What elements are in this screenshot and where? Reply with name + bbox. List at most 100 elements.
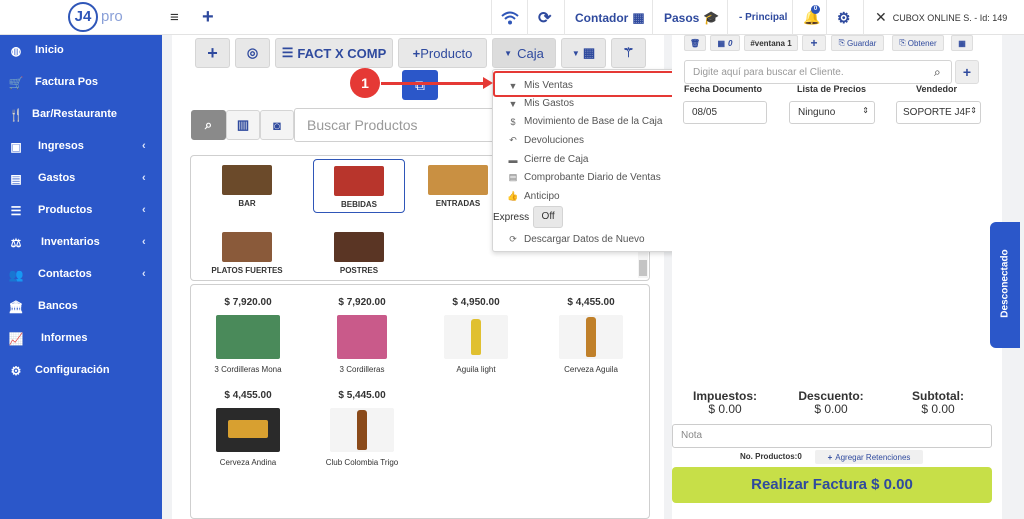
fecha-field[interactable]: 08/05 [683,101,767,124]
search-icon[interactable]: ⌕ [934,65,941,80]
sidebar-item-bancos[interactable]: 🏛 Bancos [0,291,162,323]
dashboard-icon: ◍ [10,44,22,58]
sidebar-item-configuracion[interactable]: ⚙ Configuración [0,355,162,387]
express-toggle[interactable]: Off [533,206,564,228]
scale-reader-icon[interactable]: ◙ [260,110,294,140]
select-arrows-icon: ⇕ [862,106,869,115]
menu-item-movimiento-base[interactable]: $ Movimiento de Base de la Caja [493,113,683,130]
grid-view-button[interactable]: ▼ ▦ [561,38,606,68]
fecha-label: Fecha Documento [684,84,763,94]
menu-toggle-icon[interactable]: ≡ [170,0,179,35]
subtotal-value: $ 0.00 [921,402,955,416]
menu-item-descargar-datos[interactable]: ⟳ Descargar Datos de Nuevo [493,231,683,248]
sidebar-item-informes[interactable]: 📈 Informes [0,323,162,355]
sidebar-item-contactos[interactable]: 👥 Contactos ‹ [0,259,162,291]
app-logo[interactable]: J4 pro [68,2,158,34]
guardar-button[interactable]: ⎘ Guardar [831,35,884,51]
category-platos-fuertes[interactable]: PLATOS FUERTES [201,226,293,280]
category-label: PLATOS FUERTES [211,266,283,275]
trash-icon[interactable]: 🗑 [684,35,706,51]
sidebar-item-inicio[interactable]: ◍ Inicio [0,35,162,67]
lista-value: Ninguno [798,107,836,118]
shopping-bag-icon: ▤ [10,172,22,186]
category-label: BEBIDAS [340,200,377,209]
menu-item-label: Comprobante Diario de Ventas [524,172,661,183]
obtener-button[interactable]: ⎘ Obtener [892,35,944,51]
product-image [337,315,387,359]
category-image [222,165,272,195]
caja-label: Caja [517,45,544,61]
category-bar[interactable]: BAR [201,159,293,213]
product-card[interactable]: $ 7,920.00 3 Cordilleras Mona [198,297,298,381]
realizar-factura-button[interactable]: Realizar Factura $ 0.00 [672,467,992,503]
bell-icon[interactable]: 🔔 0 [803,0,820,35]
guardar-label: Guardar [847,38,877,48]
category-postres[interactable]: POSTRES [313,226,405,280]
product-card[interactable]: $ 5,445.00 Club Colombia Trigo [312,390,412,474]
calculator-icon[interactable]: ▦ [951,35,973,51]
window-tab[interactable]: #ventana 1 [744,35,798,51]
add-producto-button[interactable]: + Producto [398,38,487,68]
barcode-icon[interactable]: ▥ [226,110,260,140]
contador-button[interactable]: Contador ▦ [575,0,645,35]
company-selector[interactable]: ✕ CUBOX ONLINE S. - Id: 149 [875,0,1007,35]
sidebar-item-label: Inventarios [41,236,100,248]
add-icon[interactable]: + [202,0,214,35]
sidebar-item-inventarios[interactable]: ⚖ Inventarios ‹ [0,227,162,259]
sidebar-item-factura-pos[interactable]: 🛒 Factura Pos [0,67,162,99]
sidebar-item-ingresos[interactable]: ▣ Ingresos ‹ [0,131,162,163]
wifi-icon[interactable] [501,0,519,35]
vendedor-select[interactable]: SOPORTE J4PI ⇕ [896,101,981,124]
nota-textarea[interactable]: Nota [672,424,992,448]
lista-select[interactable]: Ninguno ⇕ [789,101,875,124]
product-name: Club Colombia Trigo [325,458,399,467]
pasos-button[interactable]: Pasos 🎓 [664,0,720,35]
menu-item-devoluciones[interactable]: ↶ Devoluciones [493,132,683,149]
scrollbar-thumb[interactable] [639,260,647,276]
sidebar-item-gastos[interactable]: ▤ Gastos ‹ [0,163,162,195]
client-search-input[interactable]: Digite aquí para buscar el Cliente. [684,60,952,84]
search-icon[interactable]: ⌕ [191,110,226,140]
settings-gears-icon[interactable]: ⚙ [837,0,850,35]
users-icon: 👥 [8,268,24,282]
principal-link[interactable]: - Principal [739,0,787,35]
add-button[interactable]: + [195,38,230,68]
sidebar-item-label: Bancos [38,300,78,312]
money-icon: ▣ [10,140,22,154]
vendedor-value: SOPORTE J4PI [903,107,975,118]
toggle-layout-icon[interactable]: ⧉ [402,70,438,100]
menu-item-anticipo[interactable]: 👍 Anticipo [493,188,683,205]
window-count[interactable]: ▦ 0 [710,35,740,51]
product-card[interactable]: $ 4,455.00 Cerveza Andina [198,390,298,474]
divider [564,0,565,35]
add-window-button[interactable]: + [802,35,826,51]
category-label: ENTRADAS [435,199,481,208]
product-search-input[interactable]: Buscar Productos [294,108,520,142]
add-client-button[interactable]: + [955,60,979,84]
product-card[interactable]: $ 4,950.00 Aguila light [426,297,526,381]
product-card[interactable]: $ 7,920.00 3 Cordilleras [312,297,412,381]
menu-item-comprobante-diario[interactable]: ▤ Comprobante Diario de Ventas [493,169,683,186]
magic-wand-icon[interactable]: ⚚ [611,38,646,68]
category-image [334,166,384,196]
fact-x-comp-label: FACT X COMP [297,45,387,61]
menu-item-mis-gastos[interactable]: ▼ Mis Gastos [493,95,683,112]
fact-x-comp-button[interactable]: ☰ FACT X COMP [275,38,393,68]
product-card[interactable]: $ 4,455.00 Cerveza Aguila [541,297,641,381]
menu-item-cierre-de-caja[interactable]: ▬ Cierre de Caja [493,151,683,168]
annotation-arrow [381,82,487,85]
sidebar: ◍ Inicio 🛒 Factura Pos 🍴 Bar/Restaurante ▣ I… [0,35,162,519]
category-entradas[interactable]: ENTRADAS [424,159,492,213]
sidebar-item-productos[interactable]: ☰ Productos ‹ [0,195,162,227]
category-bebidas[interactable]: BEBIDAS [313,159,405,213]
caja-dropdown-button[interactable]: ▼ Caja [492,38,556,68]
sidebar-item-bar-restaurante[interactable]: 🍴 Bar/Restaurante [0,99,162,131]
eye-slash-icon[interactable]: ◎ [235,38,270,68]
producto-label: Producto [420,45,473,61]
sidebar-item-label: Ingresos [38,140,84,152]
connection-status-label: Desconectado [999,249,1011,318]
logo-sub: pro [101,8,123,25]
sync-icon[interactable]: ⟳ [538,0,551,35]
agregar-retenciones-button[interactable]: + Agregar Retenciones [815,450,923,464]
connection-status-tab[interactable]: Desconectado [990,222,1020,348]
